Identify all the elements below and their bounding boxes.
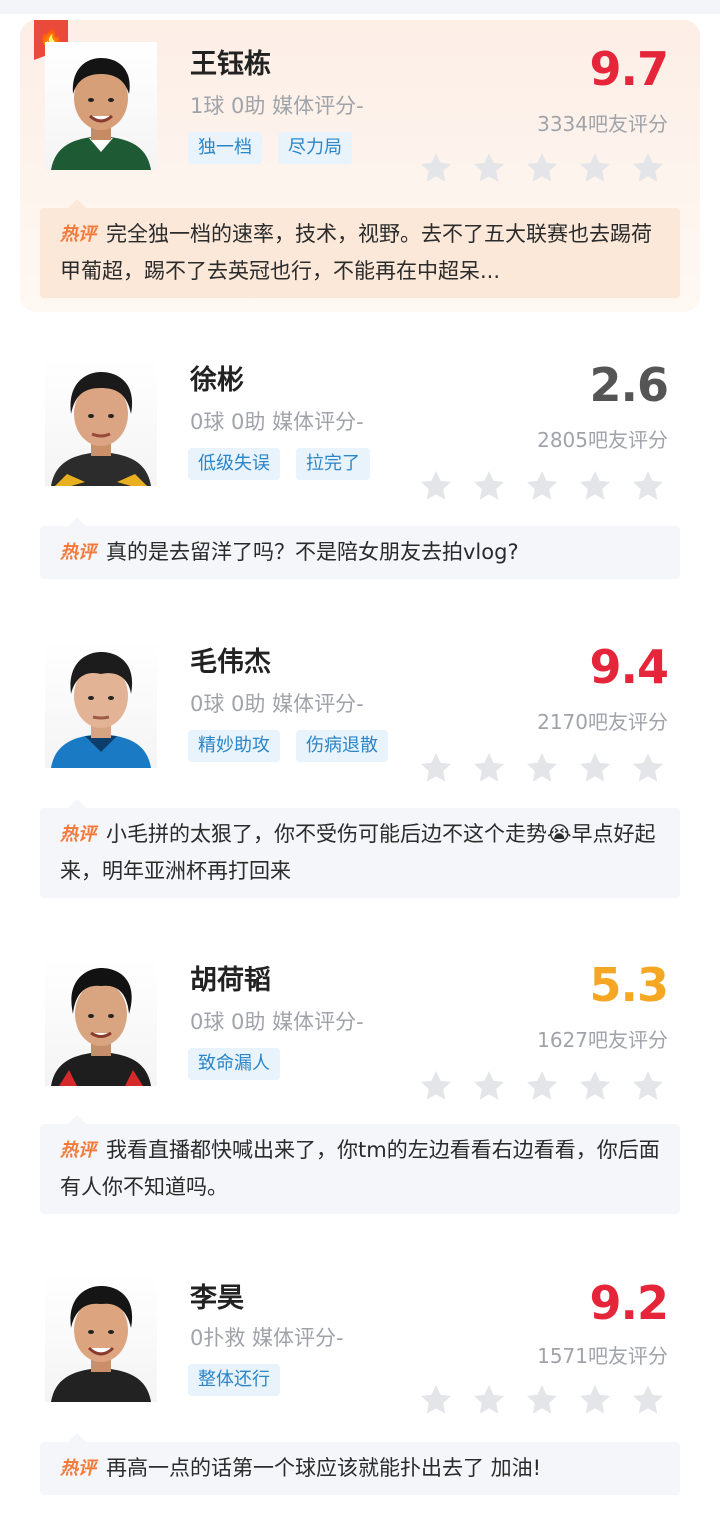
- player-avatar: [45, 958, 157, 1086]
- tag[interactable]: 致命漏人: [188, 1048, 280, 1080]
- comment-text: 小毛拼的太狠了，你不受伤可能后边不这个走势😭早点好起来，明年亚洲杯再打回来: [60, 822, 656, 883]
- star-icon[interactable]: [577, 1068, 613, 1104]
- player-avatar: [45, 640, 157, 768]
- tag-list: 整体还行: [188, 1364, 280, 1396]
- hot-comment[interactable]: 热评 真的是去留洋了吗？不是陪女朋友去拍vlog?: [40, 517, 680, 579]
- vote-count: 1571吧友评分: [537, 1344, 668, 1368]
- vote-count: 1627吧友评分: [537, 1028, 668, 1052]
- star-icon[interactable]: [577, 750, 613, 786]
- star-icon[interactable]: [630, 750, 666, 786]
- hot-comment[interactable]: 热评 完全独一档的速率，技术，视野。去不了五大联赛也去踢荷甲葡超，踢不了去英冠也行…: [40, 199, 680, 298]
- tag[interactable]: 拉完了: [296, 448, 370, 480]
- player-stats: 0球 0助 媒体评分-: [190, 692, 364, 716]
- score: 5.3: [589, 958, 669, 1012]
- player-avatar: [45, 42, 157, 170]
- player-card[interactable]: 🔥 王钰栋 1球 0助 媒体评分- 独一档 尽力局 9.7 3334吧友评分 热…: [20, 20, 700, 312]
- comment-text: 真的是去留洋了吗？不是陪女朋友去拍vlog?: [106, 540, 519, 564]
- player-stats: 0球 0助 媒体评分-: [190, 410, 364, 434]
- hot-comment-label: 热评: [60, 1140, 96, 1161]
- star-icon[interactable]: [630, 150, 666, 186]
- tag-list: 致命漏人: [188, 1048, 280, 1080]
- star-icon[interactable]: [471, 750, 507, 786]
- hot-comment[interactable]: 热评 我看直播都快喊出来了，你tm的左边看看右边看看，你后面有人你不知道吗。: [40, 1115, 680, 1214]
- comment-pointer: [68, 1433, 86, 1442]
- hot-comment-label: 热评: [60, 824, 96, 845]
- tag-list: 独一档 尽力局: [188, 132, 352, 164]
- player-card[interactable]: 徐彬 0球 0助 媒体评分- 低级失误 拉完了 2.6 2805吧友评分 热评真…: [20, 340, 700, 580]
- star-icon[interactable]: [471, 1382, 507, 1418]
- star-icon[interactable]: [524, 750, 560, 786]
- comment-pointer: [68, 799, 86, 808]
- top-strip: [0, 0, 720, 14]
- star-icon[interactable]: [418, 1068, 454, 1104]
- star-icon[interactable]: [577, 150, 613, 186]
- star-icon[interactable]: [471, 150, 507, 186]
- player-card[interactable]: 毛伟杰 0球 0助 媒体评分- 精妙助攻 伤病退散 9.4 2170吧友评分 热…: [20, 622, 700, 898]
- player-card[interactable]: 胡荷韬 0球 0助 媒体评分- 致命漏人 5.3 1627吧友评分 热评 我看直播…: [20, 940, 700, 1214]
- vote-count: 3334吧友评分: [537, 112, 668, 136]
- player-avatar: [45, 358, 157, 486]
- star-icon[interactable]: [524, 150, 560, 186]
- hot-comment[interactable]: 热评 小毛拼的太狠了，你不受伤可能后边不这个走势😭早点好起来，明年亚洲杯再打回来: [40, 799, 680, 898]
- rating-stars[interactable]: [418, 468, 666, 504]
- score: 9.7: [589, 42, 669, 96]
- comment-pointer: [68, 1115, 86, 1124]
- comment-pointer: [68, 199, 86, 208]
- player-name[interactable]: 毛伟杰: [190, 640, 271, 679]
- hot-comment-label: 热评: [60, 1458, 96, 1479]
- star-icon[interactable]: [577, 1382, 613, 1418]
- vote-count: 2805吧友评分: [537, 428, 668, 452]
- star-icon[interactable]: [418, 150, 454, 186]
- tag-list: 低级失误 拉完了: [188, 448, 370, 480]
- star-icon[interactable]: [524, 1382, 560, 1418]
- star-icon[interactable]: [524, 1068, 560, 1104]
- tag[interactable]: 整体还行: [188, 1364, 280, 1396]
- rating-stars[interactable]: [418, 1382, 666, 1418]
- player-stats: 0扑救 媒体评分-: [190, 1326, 344, 1350]
- tag[interactable]: 尽力局: [278, 132, 352, 164]
- player-name[interactable]: 徐彬: [190, 358, 244, 397]
- star-icon[interactable]: [418, 1382, 454, 1418]
- hot-comment[interactable]: 热评 再高一点的话第一个球应该就能扑出去了 加油!: [40, 1433, 680, 1495]
- comment-text: 我看直播都快喊出来了，你tm的左边看看右边看看，你后面有人你不知道吗。: [60, 1138, 660, 1199]
- rating-stars[interactable]: [418, 1068, 666, 1104]
- player-stats: 0球 0助 媒体评分-: [190, 1010, 364, 1034]
- star-icon[interactable]: [630, 1068, 666, 1104]
- tag[interactable]: 精妙助攻: [188, 730, 280, 762]
- player-name[interactable]: 李昊: [190, 1276, 244, 1315]
- player-name[interactable]: 王钰栋: [190, 42, 271, 81]
- rating-stars[interactable]: [418, 150, 666, 186]
- hot-comment-label: 热评: [60, 542, 96, 563]
- tag[interactable]: 伤病退散: [296, 730, 388, 762]
- tag[interactable]: 独一档: [188, 132, 262, 164]
- star-icon[interactable]: [630, 468, 666, 504]
- star-icon[interactable]: [630, 1382, 666, 1418]
- star-icon[interactable]: [471, 468, 507, 504]
- player-stats: 1球 0助 媒体评分-: [190, 94, 364, 118]
- star-icon[interactable]: [418, 750, 454, 786]
- star-icon[interactable]: [471, 1068, 507, 1104]
- star-icon[interactable]: [524, 468, 560, 504]
- player-card[interactable]: 李昊 0扑救 媒体评分- 整体还行 9.2 1571吧友评分 热评 再高一点的话第…: [20, 1258, 700, 1508]
- comment-pointer: [68, 517, 86, 526]
- player-avatar: [45, 1274, 157, 1402]
- score: 9.2: [589, 1276, 669, 1330]
- tag[interactable]: 低级失误: [188, 448, 280, 480]
- vote-count: 2170吧友评分: [537, 710, 668, 734]
- rating-stars[interactable]: [418, 750, 666, 786]
- star-icon[interactable]: [418, 468, 454, 504]
- score: 9.4: [589, 640, 669, 694]
- comment-text: 再高一点的话第一个球应该就能扑出去了 加油!: [106, 1456, 542, 1480]
- comment-text: 完全独一档的速率，技术，视野。去不了五大联赛也去踢荷甲葡超，踢不了去英冠也行，不…: [60, 222, 652, 283]
- star-icon[interactable]: [577, 468, 613, 504]
- hot-comment-label: 热评: [60, 224, 96, 245]
- score: 2.6: [589, 358, 669, 412]
- tag-list: 精妙助攻 伤病退散: [188, 730, 388, 762]
- player-name[interactable]: 胡荷韬: [190, 958, 271, 997]
